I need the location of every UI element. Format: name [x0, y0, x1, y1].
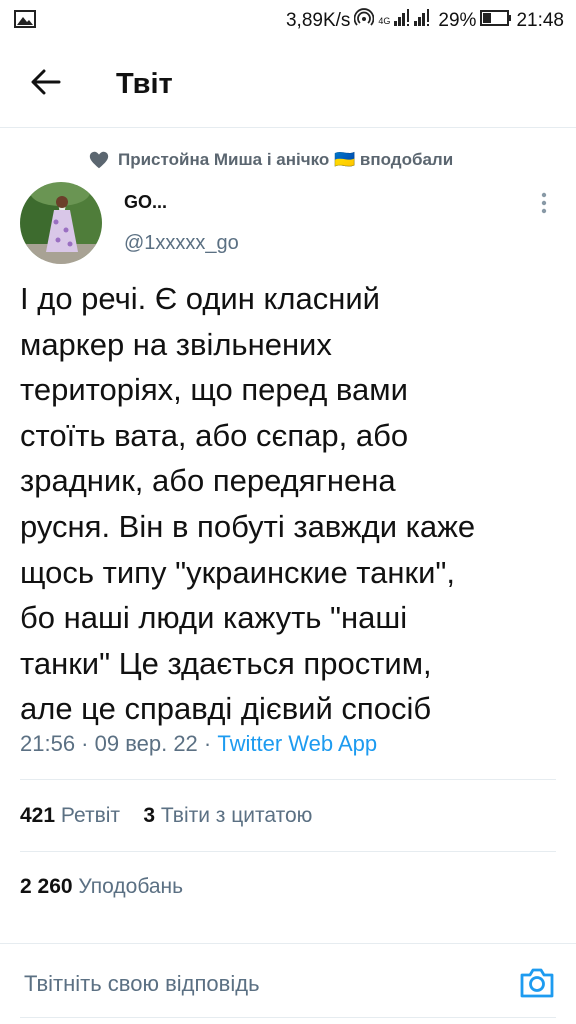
social-context[interactable]: Пристойна Миша і анічко 🇺🇦 вподобали [88, 148, 453, 172]
camera-button[interactable] [518, 964, 556, 1002]
hotspot-icon [354, 8, 375, 34]
more-button[interactable] [530, 190, 558, 220]
status-indicators: 3,89K/s 4G 29% 21:48 [286, 8, 564, 34]
tweet-text: І до речі. Є один класний маркер на звіл… [20, 281, 476, 727]
quotes-count: 3 [143, 804, 156, 827]
camera-icon [518, 968, 556, 1006]
clock: 21:48 [516, 10, 564, 31]
quotes-label: Твіти з цитатою [160, 804, 313, 827]
network-type: 4G [378, 16, 391, 26]
reply-bar: Твітніть свою відповідь [0, 944, 576, 1024]
reply-input[interactable]: Твітніть свою відповідь [24, 971, 260, 997]
network-speed: 3,89K/s [285, 10, 351, 31]
social-context-label: Пристойна Миша і анічко 🇺🇦 вподобали [118, 150, 454, 169]
likes-label: Уподобань [78, 875, 184, 898]
signal-icon [394, 9, 434, 33]
back-button[interactable] [24, 64, 68, 104]
author-handle[interactable]: @1xxxxx_go [124, 232, 239, 255]
likes-stats[interactable]: 2 260 Уподобань [20, 875, 183, 899]
author-name[interactable]: GO... [124, 192, 167, 213]
retweets-count: 421 [20, 804, 56, 827]
likes-count: 2 260 [20, 875, 73, 898]
header: Твіт [0, 40, 576, 128]
status-bar: 3,89K/s 4G 29% 21:48 [0, 0, 576, 40]
retweet-stats[interactable]: 421 Ретвіт 3 Твіти з цитатою [20, 804, 312, 828]
gallery-icon [14, 9, 36, 35]
tweet-meta: 21:56 · 09 вер. 22 · Twitter Web App [20, 731, 377, 757]
avatar[interactable] [20, 182, 102, 264]
battery-percent: 29% [438, 10, 477, 31]
page-title: Твіт [116, 68, 173, 100]
battery-icon [480, 10, 512, 32]
arrow-left-icon [31, 69, 61, 100]
more-vertical-icon [541, 192, 547, 219]
divider [20, 851, 556, 852]
tweet-source-link[interactable]: Twitter Web App [217, 731, 377, 756]
reply-underline [20, 1017, 556, 1018]
retweets-label: Ретвіт [60, 804, 121, 827]
heart-icon [88, 149, 110, 171]
tweet-time: 21:56 · 09 вер. 22 · [20, 731, 218, 756]
divider [20, 779, 556, 780]
